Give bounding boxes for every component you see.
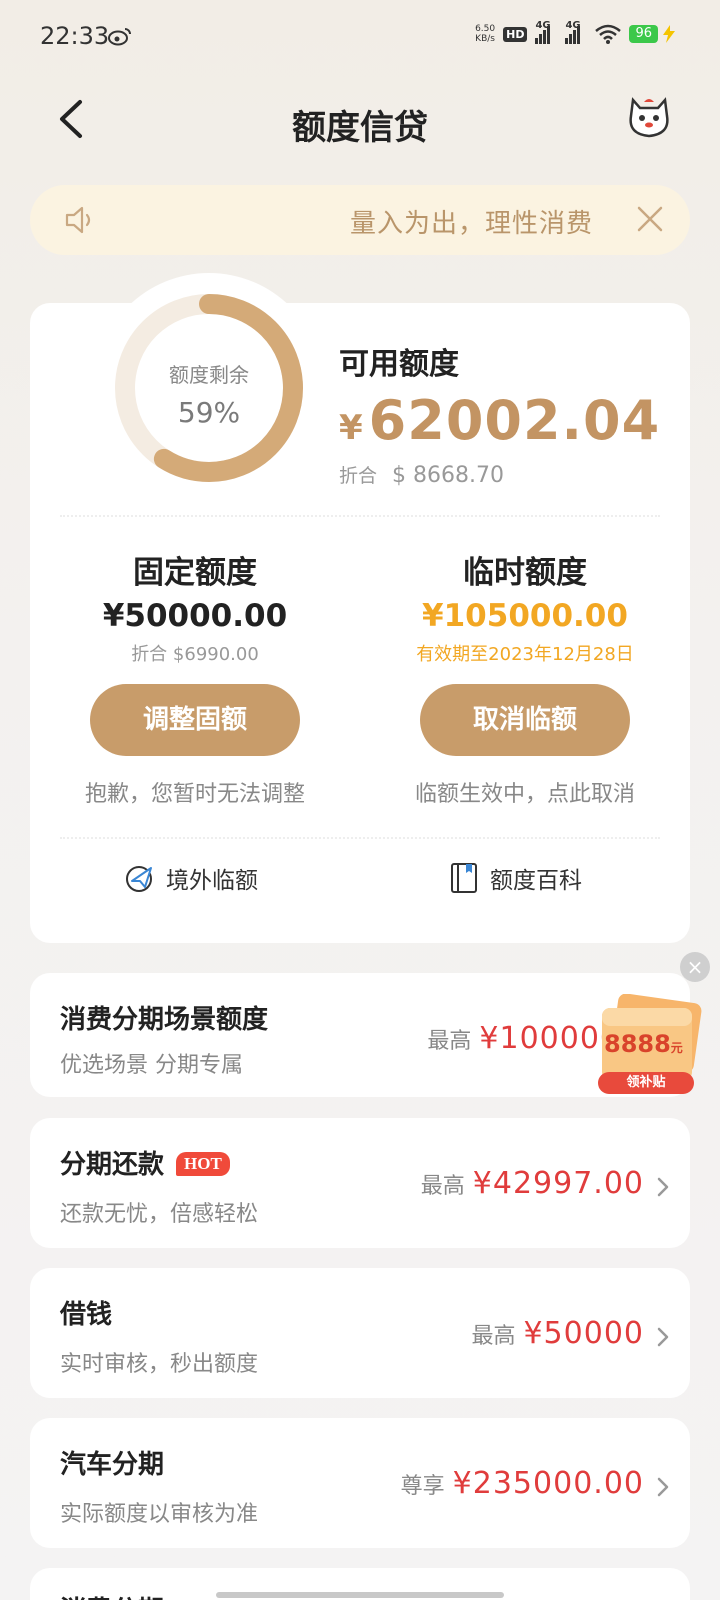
usd-label: 折合 bbox=[339, 465, 378, 487]
notice-text: 量入为出，理性消费 bbox=[350, 209, 594, 239]
divider bbox=[60, 515, 660, 517]
charging-icon bbox=[663, 25, 675, 43]
promo-amount: 8888元 bbox=[604, 1030, 683, 1058]
product-subtitle: 优选场景 分期专属 bbox=[60, 1053, 243, 1078]
ring-label: 额度剩余 bbox=[169, 363, 249, 387]
usd-amount: $ 8668.70 bbox=[392, 463, 504, 488]
status-icons: 6.50 KB/s HD 4G 4G 96 bbox=[475, 20, 676, 44]
chevron-right-icon bbox=[657, 1177, 669, 1197]
weibo-icon bbox=[108, 28, 131, 46]
product-limit-prefix: 尊享 bbox=[400, 1474, 445, 1499]
chevron-right-icon bbox=[657, 1477, 669, 1497]
fixed-credit-title: 固定额度 bbox=[133, 555, 257, 591]
product-title: 借钱 bbox=[60, 1300, 113, 1330]
battery-level: 96 bbox=[629, 25, 658, 43]
product-limit-value: ¥42997.00 bbox=[472, 1166, 644, 1201]
product-title: 消费分期场景额度 bbox=[60, 1005, 269, 1035]
signal-icon-2: 4G bbox=[565, 20, 587, 44]
product-limit-value: ¥235000.00 bbox=[452, 1466, 644, 1501]
adjust-fixed-button[interactable]: 调整固额 bbox=[90, 684, 300, 756]
credit-wiki-link[interactable]: 额度百科 bbox=[448, 861, 582, 895]
product-subtitle: 实际额度以审核为准 bbox=[60, 1502, 259, 1527]
product-limit-prefix: 最高 bbox=[420, 1174, 465, 1199]
cancel-temp-button[interactable]: 取消临额 bbox=[420, 684, 630, 756]
available-amount-value: 62002.04 bbox=[368, 389, 661, 452]
app-header: 额度信贷 bbox=[0, 86, 720, 152]
fixed-credit-usd: 折合 $6990.00 bbox=[131, 644, 259, 665]
product-limit: 最高 ¥50000 bbox=[471, 1316, 644, 1351]
available-usd: 折合 $ 8668.70 bbox=[339, 461, 504, 488]
overseas-credit-label: 境外临额 bbox=[166, 868, 258, 894]
subsidy-promo[interactable]: 8888元 领补贴 bbox=[594, 994, 704, 1102]
credit-wiki-label: 额度百科 bbox=[490, 868, 582, 894]
divider bbox=[60, 837, 660, 839]
wifi-icon bbox=[595, 24, 622, 44]
promo-label: 领补贴 bbox=[598, 1072, 694, 1094]
notice-banner: 量入为出，理性消费 bbox=[30, 185, 690, 255]
product-limit-prefix: 最高 bbox=[471, 1324, 516, 1349]
speaker-icon bbox=[65, 206, 91, 234]
product-title-text: 分期还款 bbox=[60, 1150, 165, 1180]
battery-indicator: 96 bbox=[629, 25, 676, 43]
book-icon bbox=[451, 863, 477, 893]
fixed-credit-section: 固定额度 ¥50000.00 折合 $6990.00 调整固额 抱歉，您暂时无法… bbox=[30, 547, 360, 808]
fixed-credit-amount: ¥50000.00 bbox=[102, 598, 288, 634]
mascot-icon[interactable] bbox=[624, 94, 674, 142]
temp-credit-tip[interactable]: 临额生效中，点此取消 bbox=[360, 776, 690, 808]
promo-close-icon[interactable]: × bbox=[680, 952, 710, 982]
page-title: 额度信贷 bbox=[292, 108, 428, 148]
product-subtitle: 实时审核，秒出额度 bbox=[60, 1352, 259, 1377]
product-row-installment-repay[interactable]: 分期还款 HOT 还款无忧，倍感轻松 最高 ¥42997.00 bbox=[30, 1118, 690, 1248]
product-title: 汽车分期 bbox=[60, 1450, 165, 1480]
temp-credit-amount: ¥105000.00 bbox=[422, 598, 628, 634]
temp-credit-section: 临时额度 ¥105000.00 有效期至2023年12月28日 取消临额 临额生… bbox=[360, 547, 690, 808]
currency-symbol: ¥ bbox=[339, 408, 363, 448]
status-bar: 22:33 6.50 KB/s HD 4G 4G 96 bbox=[0, 0, 720, 76]
temp-credit-validity: 有效期至2023年12月28日 bbox=[416, 644, 634, 665]
net-speed: 6.50 KB/s bbox=[475, 24, 496, 44]
product-subtitle: 还款无忧，倍感轻松 bbox=[60, 1202, 259, 1227]
product-limit-value: ¥50000 bbox=[523, 1316, 644, 1351]
close-icon[interactable] bbox=[636, 205, 664, 233]
product-limit: 最高 ¥42997.00 bbox=[421, 1166, 644, 1201]
hot-badge: HOT bbox=[176, 1152, 230, 1176]
fixed-credit-tip: 抱歉，您暂时无法调整 bbox=[84, 782, 305, 807]
product-limit: 最高 ¥100000 bbox=[427, 1021, 620, 1056]
product-title: 消费分期 bbox=[60, 1590, 164, 1600]
available-label: 可用额度 bbox=[339, 347, 459, 382]
overseas-credit-link[interactable]: 境外临额 bbox=[124, 861, 258, 895]
chevron-right-icon bbox=[657, 1327, 669, 1347]
ring-percent: 59% bbox=[177, 396, 241, 429]
signal-icon: 4G bbox=[535, 20, 557, 44]
credit-ring-chart bbox=[115, 294, 303, 482]
product-row-car-installment[interactable]: 汽车分期 实际额度以审核为准 尊享 ¥235000.00 bbox=[30, 1418, 690, 1548]
status-time: 22:33 bbox=[40, 22, 110, 50]
home-indicator[interactable] bbox=[216, 1592, 504, 1598]
credit-card: 额度剩余 59% 可用额度 ¥ 62002.04 折合 $ 8668.70 固定… bbox=[30, 273, 690, 943]
product-row-scene-credit[interactable]: 消费分期场景额度 优选场景 分期专属 最高 ¥100000 bbox=[30, 973, 690, 1097]
plane-globe-icon bbox=[126, 866, 152, 892]
product-title: 分期还款 HOT bbox=[60, 1144, 230, 1181]
temp-credit-title: 临时额度 bbox=[463, 555, 587, 591]
product-limit-prefix: 最高 bbox=[427, 1029, 472, 1054]
hd-icon: HD bbox=[503, 26, 528, 42]
product-row-borrow[interactable]: 借钱 实时审核，秒出额度 最高 ¥50000 bbox=[30, 1268, 690, 1398]
available-amount: ¥ 62002.04 bbox=[339, 389, 660, 452]
product-limit: 尊享 ¥235000.00 bbox=[401, 1466, 644, 1501]
